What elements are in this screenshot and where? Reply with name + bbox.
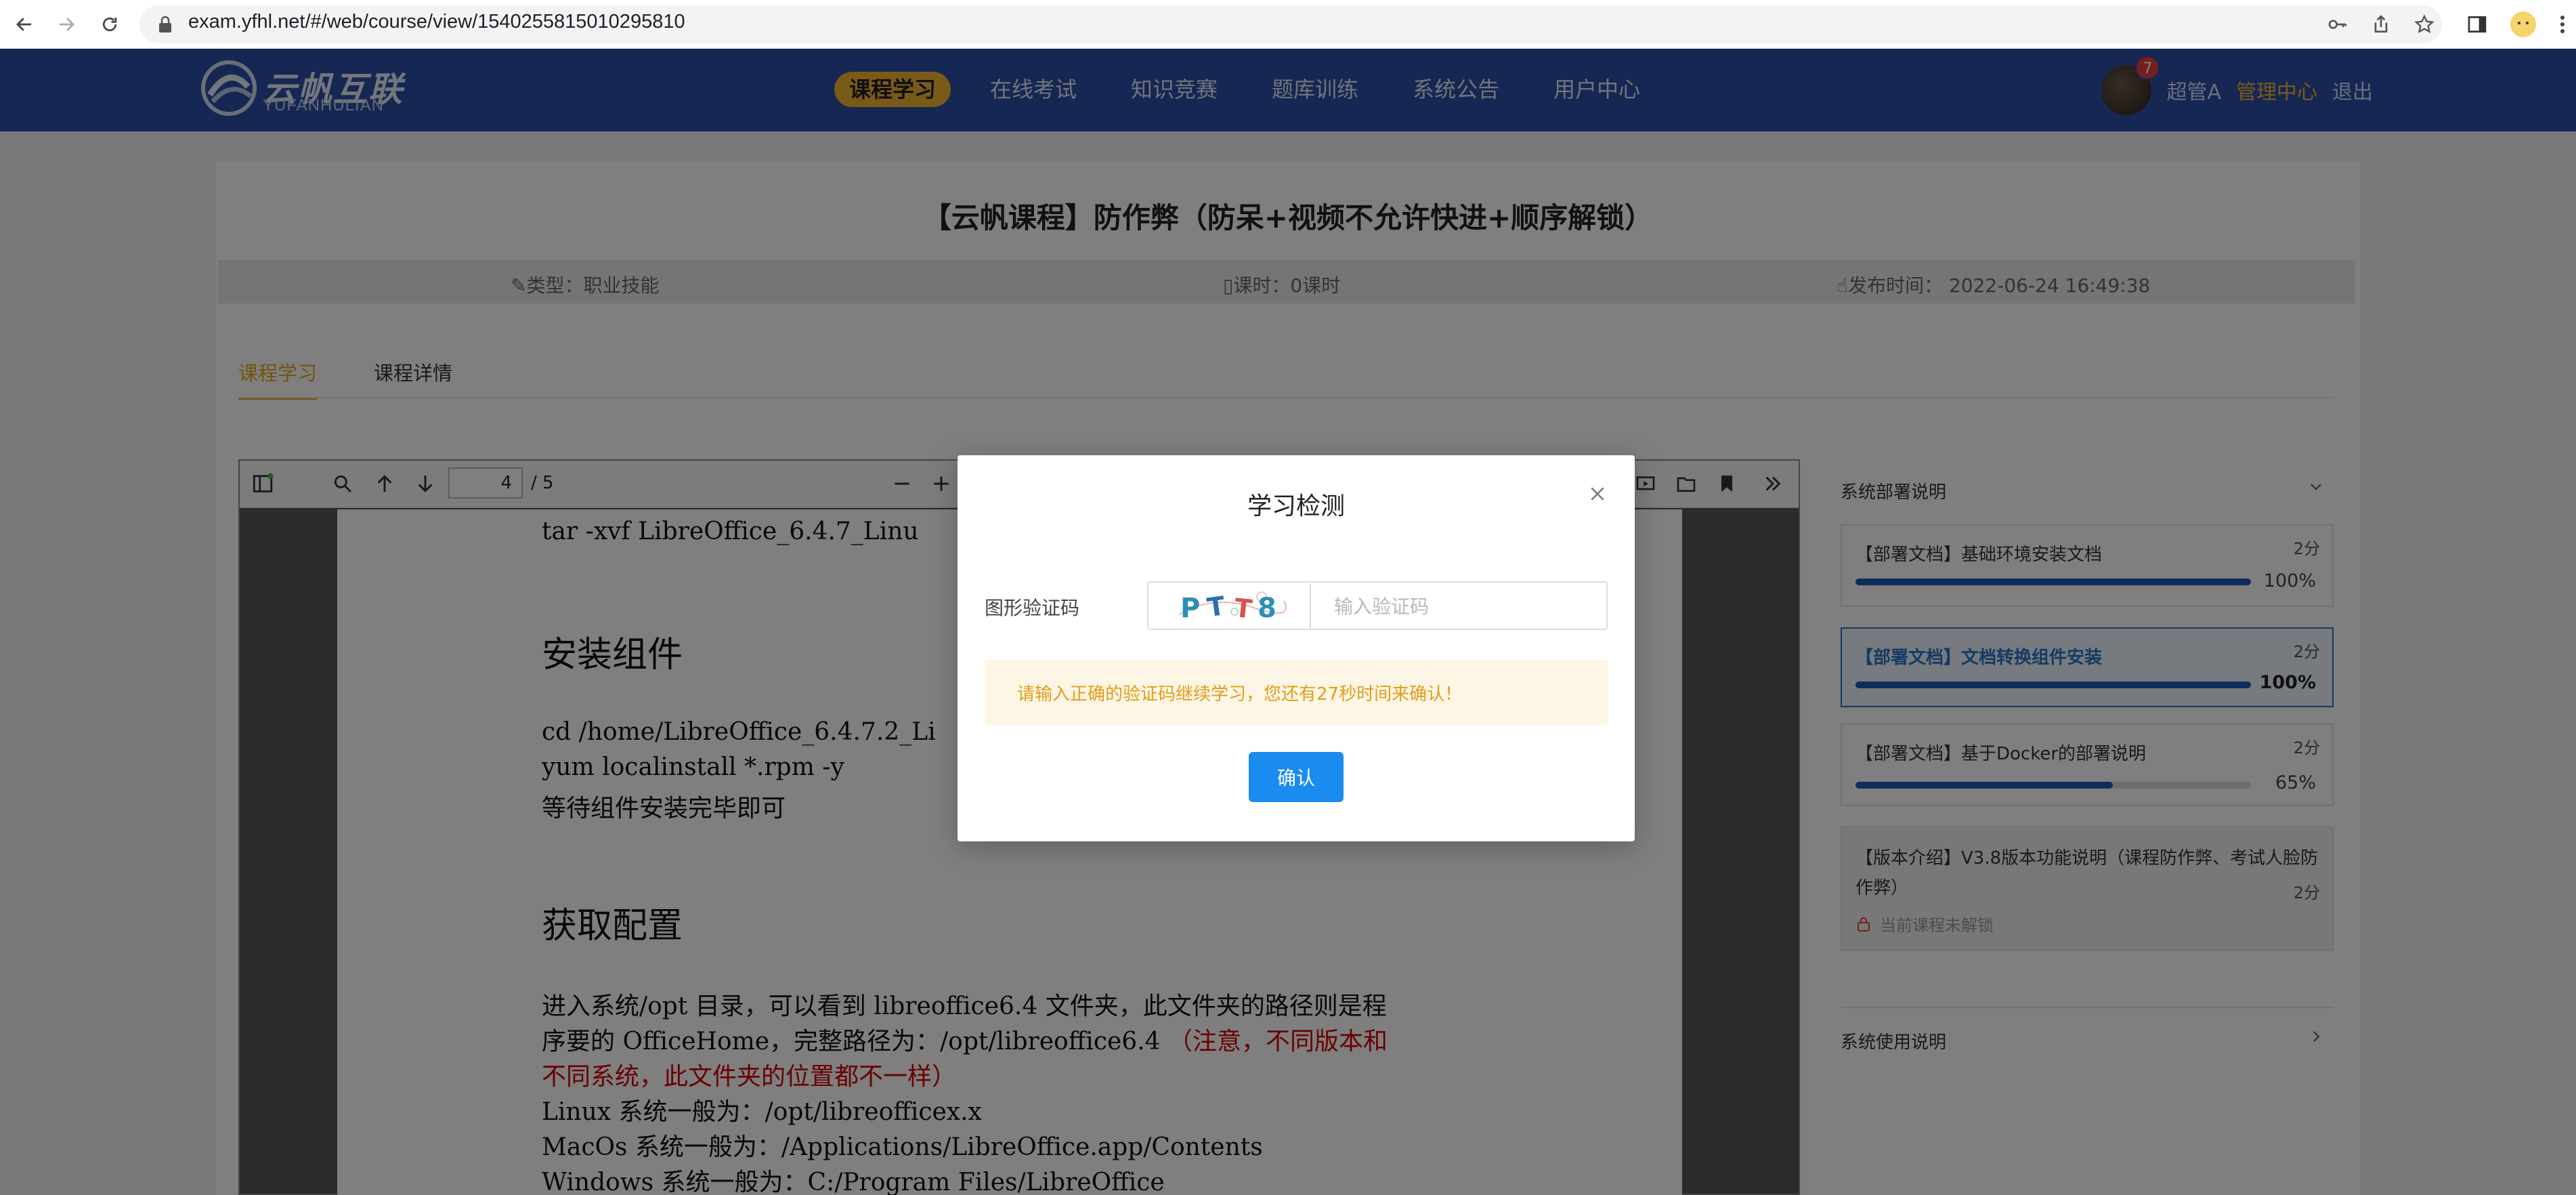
- confirm-button[interactable]: 确认: [1249, 752, 1344, 802]
- close-icon[interactable]: [1587, 484, 1608, 504]
- captcha-char: 8: [1258, 593, 1276, 624]
- captcha-char: T: [1205, 591, 1227, 623]
- captcha-char: T: [1233, 593, 1253, 624]
- warning-text: 请输入正确的验证码继续学习，您还有27秒时间来确认！: [1017, 684, 1463, 705]
- dialog-title: 学习检测: [1247, 492, 1345, 520]
- lock-icon: [157, 15, 173, 37]
- captcha-input[interactable]: [1312, 584, 1605, 629]
- captcha-image[interactable]: P T T 8: [1150, 584, 1311, 629]
- star-icon[interactable]: [2409, 9, 2439, 39]
- forward-icon[interactable]: [51, 9, 81, 39]
- profile-icon[interactable]: [2508, 9, 2538, 39]
- key-icon[interactable]: [2323, 9, 2353, 39]
- browser-toolbar: exam.yfhl.net/#/web/course/view/15402558…: [0, 0, 2576, 49]
- captcha-char: P: [1180, 593, 1200, 624]
- menu-icon[interactable]: [2548, 9, 2576, 39]
- share-icon[interactable]: [2366, 9, 2396, 39]
- warning-alert: 请输入正确的验证码继续学习，您还有27秒时间来确认！: [985, 660, 1608, 725]
- captcha-field: P T T 8: [1147, 581, 1608, 630]
- url-text: exam.yfhl.net/#/web/course/view/15402558…: [188, 11, 685, 33]
- reload-icon[interactable]: [95, 9, 125, 39]
- side-panel-icon[interactable]: [2462, 9, 2492, 39]
- back-icon[interactable]: [9, 9, 39, 39]
- captcha-label: 图形验证码: [985, 597, 1080, 619]
- study-check-dialog: 学习检测 图形验证码 P T T 8 请输入正确的验证码继续学习，您还有27秒时…: [958, 455, 1635, 841]
